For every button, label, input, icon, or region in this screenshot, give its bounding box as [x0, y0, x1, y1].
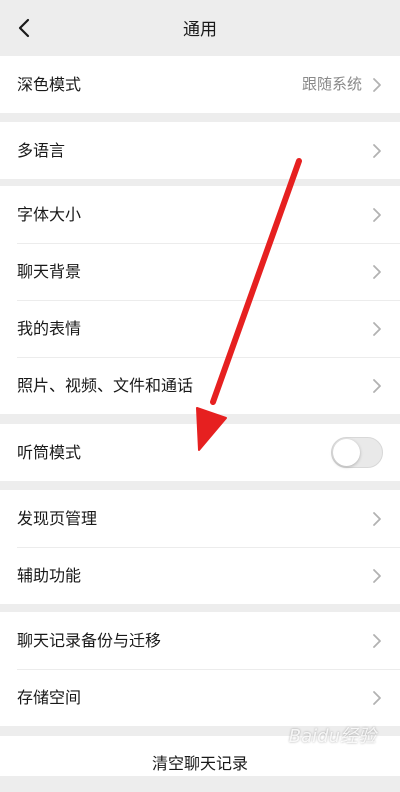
setting-font-size[interactable]: 字体大小	[0, 186, 400, 243]
group-dark-mode: 深色模式 跟随系统	[0, 56, 400, 113]
setting-label: 聊天背景	[17, 262, 82, 281]
setting-dark-mode[interactable]: 深色模式 跟随系统	[0, 56, 400, 113]
chevron-right-icon	[373, 569, 381, 583]
setting-label: 字体大小	[17, 205, 82, 224]
setting-label: 听筒模式	[17, 443, 82, 462]
chevron-right-icon	[373, 144, 381, 158]
setting-accessibility[interactable]: 辅助功能	[0, 547, 400, 604]
chevron-right-icon	[373, 265, 381, 279]
setting-storage-space[interactable]: 存储空间	[0, 669, 400, 726]
setting-media-files-calls[interactable]: 照片、视频、文件和通话	[0, 357, 400, 414]
chevron-right-icon	[373, 634, 381, 648]
setting-label: 深色模式	[17, 75, 82, 94]
setting-label: 存储空间	[17, 688, 82, 707]
setting-discover-management[interactable]: 发现页管理	[0, 490, 400, 547]
setting-label: 发现页管理	[17, 509, 98, 528]
setting-label: 辅助功能	[17, 566, 82, 585]
chevron-right-icon	[373, 379, 381, 393]
setting-label: 多语言	[17, 141, 66, 160]
setting-label: 聊天记录备份与迁移	[17, 631, 162, 650]
setting-chat-backup-migrate[interactable]: 聊天记录备份与迁移	[0, 612, 400, 669]
group-language: 多语言	[0, 122, 400, 179]
nav-bar: 通用	[0, 0, 400, 56]
setting-receiver-mode: 听筒模式	[0, 424, 400, 481]
setting-chat-background[interactable]: 聊天背景	[0, 243, 400, 300]
group-receiver: 听筒模式	[0, 424, 400, 481]
group-display: 字体大小 聊天背景 我的表情 照片、视频、文件和通话	[0, 186, 400, 414]
setting-label: 照片、视频、文件和通话	[17, 376, 194, 395]
chevron-right-icon	[373, 322, 381, 336]
toggle-knob	[333, 439, 360, 466]
chevron-right-icon	[373, 78, 381, 92]
receiver-mode-toggle[interactable]	[331, 437, 383, 468]
chevron-right-icon	[373, 512, 381, 526]
clear-chat-history-label: 清空聊天记录	[151, 754, 248, 773]
chevron-right-icon	[373, 691, 381, 705]
chevron-right-icon	[373, 208, 381, 222]
group-discover: 发现页管理 辅助功能	[0, 490, 400, 604]
setting-my-stickers[interactable]: 我的表情	[0, 300, 400, 357]
setting-language[interactable]: 多语言	[0, 122, 400, 179]
group-storage: 聊天记录备份与迁移 存储空间	[0, 612, 400, 726]
setting-value: 跟随系统	[301, 75, 362, 93]
setting-label: 我的表情	[17, 319, 82, 338]
page-title: 通用	[183, 20, 217, 40]
baidu-watermark: Baidu经验	[288, 726, 376, 747]
